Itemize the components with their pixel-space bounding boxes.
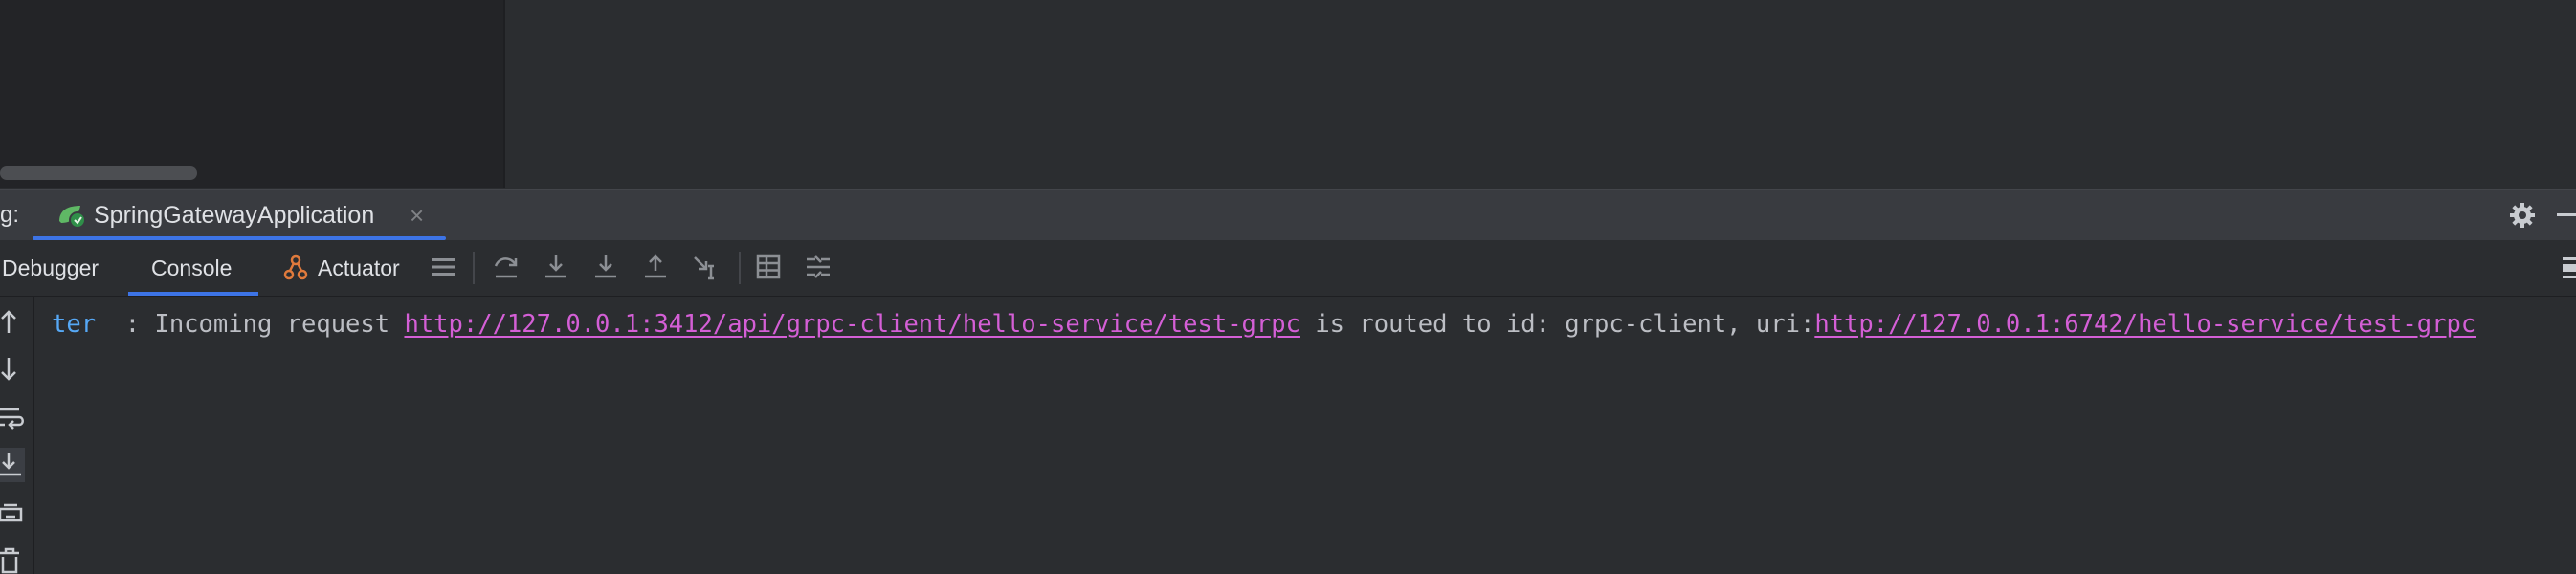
actuator-icon — [283, 254, 308, 280]
soft-wrap-icon[interactable] — [0, 404, 25, 430]
menu-icon[interactable] — [429, 253, 457, 281]
target-url-link[interactable]: http://127.0.0.1:6742/hello-service/test… — [1814, 310, 2476, 339]
tab-actuator[interactable]: Actuator — [276, 240, 415, 296]
trace-icon[interactable] — [804, 253, 833, 281]
scroll-to-end-toggle[interactable] — [0, 448, 25, 482]
trash-icon[interactable] — [0, 547, 25, 574]
tab-console[interactable]: Console — [128, 240, 258, 296]
tab-actuator-label: Actuator — [318, 255, 400, 280]
log-text: is routed to id: grpc-client, uri: — [1299, 310, 1815, 339]
tab-console-label: Console — [151, 255, 233, 280]
tab-debugger-label: Debugger — [2, 255, 100, 280]
horizontal-scrollbar[interactable] — [0, 166, 197, 180]
minimize-icon[interactable] — [2557, 213, 2576, 216]
print-icon[interactable] — [0, 501, 25, 528]
step-into-icon[interactable] — [542, 253, 570, 281]
console-line: ter : Incoming request http://127.0.0.1:… — [52, 300, 2476, 348]
gear-icon[interactable] — [2507, 200, 2538, 231]
spring-boot-icon — [59, 206, 86, 229]
toolbar-separator — [473, 252, 475, 284]
run-configuration-tab[interactable]: SpringGatewayApplication × — [33, 190, 446, 240]
log-text: : Incoming request — [96, 310, 405, 339]
console-side-toolbar — [0, 297, 34, 574]
console-output[interactable]: ter : Incoming request http://127.0.0.1:… — [34, 297, 2576, 574]
step-out-icon[interactable] — [641, 253, 670, 281]
debug-tool-window-header: g: SpringGatewayApplication × — [0, 189, 2576, 240]
editor-right-pane — [505, 0, 2576, 188]
run-to-cursor-icon[interactable] — [691, 253, 720, 281]
scroll-to-end-icon — [0, 453, 21, 476]
layout-icon[interactable] — [2563, 255, 2576, 280]
force-step-into-icon[interactable] — [591, 253, 620, 281]
tab-debugger[interactable]: Debugger — [2, 240, 117, 296]
editor-left-pane — [0, 0, 503, 188]
run-tab-title: SpringGatewayApplication — [94, 202, 375, 229]
evaluate-table-icon[interactable] — [754, 253, 783, 281]
debug-toolbar: Debugger Console Actuator — [0, 240, 2576, 297]
request-url-link[interactable]: http://127.0.0.1:3412/api/grpc-client/he… — [404, 310, 1300, 339]
logger-name: ter — [52, 310, 97, 339]
arrow-up-icon[interactable] — [0, 308, 25, 335]
arrow-down-icon[interactable] — [0, 356, 25, 383]
close-icon[interactable]: × — [410, 201, 424, 231]
step-over-icon[interactable] — [492, 253, 521, 281]
toolbar-separator — [739, 252, 741, 284]
debug-panel-label: g: — [0, 202, 20, 228]
active-tab-indicator — [128, 292, 258, 296]
